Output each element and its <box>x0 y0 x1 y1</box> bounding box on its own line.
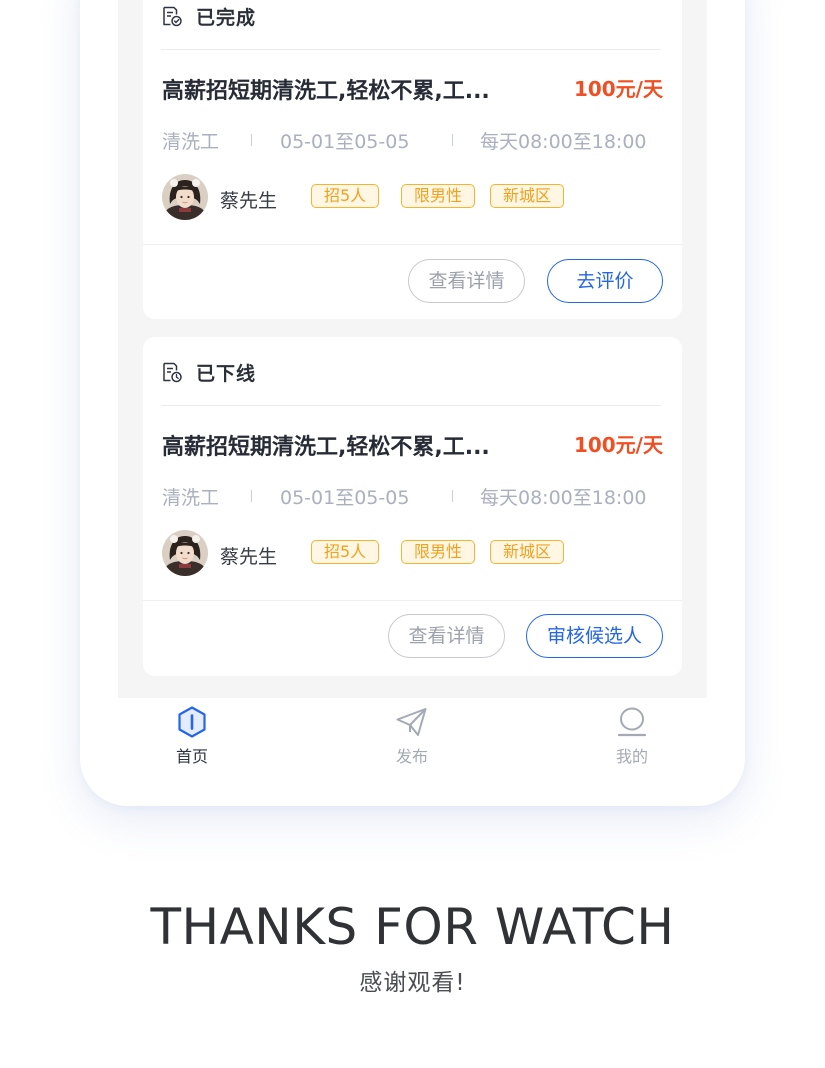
footer-divider <box>143 244 682 245</box>
meta-separator <box>251 134 252 146</box>
footer-divider <box>143 600 682 601</box>
job-price: 100元/天 <box>573 433 663 457</box>
job-card[interactable]: 已完成 高薪招短期清洗工,轻松不累,工... 100元/天 清洗工 05-01至… <box>143 0 682 319</box>
profile-icon <box>617 707 647 737</box>
tag-district: 新城区 <box>490 540 565 564</box>
review-candidates-button[interactable]: 审核候选人 <box>526 614 663 658</box>
tag-gender: 限男性 <box>401 540 476 564</box>
thanks-heading: THANKS FOR WATCH <box>150 898 675 956</box>
tag-gender: 限男性 <box>401 184 476 208</box>
thanks-subheading: 感谢观看! <box>359 970 466 996</box>
tag-district: 新城区 <box>490 184 565 208</box>
header-divider <box>161 405 661 406</box>
status-label: 已完成 <box>196 6 257 29</box>
view-details-button[interactable]: 查看详情 <box>408 259 525 303</box>
view-details-button[interactable]: 查看详情 <box>388 614 505 658</box>
paper-plane-icon <box>396 708 427 736</box>
status-label: 已下线 <box>196 362 257 385</box>
job-dates: 05-01至05-05 <box>280 131 410 153</box>
tab-home[interactable]: 首页 <box>152 704 232 767</box>
job-price: 100元/天 <box>573 77 663 101</box>
job-hours: 每天08:00至18:00 <box>480 131 647 153</box>
job-dates: 05-01至05-05 <box>280 487 410 509</box>
home-shield-icon <box>178 706 206 738</box>
document-offline-icon <box>163 362 182 383</box>
poster-name: 蔡先生 <box>220 546 278 568</box>
poster-name: 蔡先生 <box>220 190 278 212</box>
rate-button[interactable]: 去评价 <box>547 259 663 303</box>
job-title[interactable]: 高薪招短期清洗工,轻松不累,工... <box>162 429 490 461</box>
job-title[interactable]: 高薪招短期清洗工,轻松不累,工... <box>162 73 490 105</box>
tab-publish-label: 发布 <box>395 747 428 766</box>
meta-separator <box>452 490 453 502</box>
tab-publish[interactable]: 发布 <box>372 704 452 767</box>
job-hours: 每天08:00至18:00 <box>480 487 647 509</box>
tag-headcount: 招5人 <box>311 184 380 208</box>
avatar <box>162 530 208 576</box>
document-check-icon <box>163 6 182 27</box>
card-status-header: 已下线 <box>161 360 257 385</box>
tab-profile[interactable]: 我的 <box>592 704 672 767</box>
tab-home-label: 首页 <box>175 747 208 766</box>
tab-profile-label: 我的 <box>615 747 648 766</box>
header-divider <box>161 49 661 50</box>
job-type: 清洗工 <box>162 131 220 153</box>
tag-headcount: 招5人 <box>311 540 380 564</box>
avatar <box>162 174 208 220</box>
job-type: 清洗工 <box>162 487 220 509</box>
stage: 已完成 高薪招短期清洗工,轻松不累,工... 100元/天 清洗工 05-01至… <box>0 0 825 1068</box>
card-status-header: 已完成 <box>161 4 257 29</box>
meta-separator <box>251 490 252 502</box>
job-card[interactable]: 已下线 高薪招短期清洗工,轻松不累,工... 100元/天 清洗工 05-01至… <box>143 337 682 676</box>
meta-separator <box>452 134 453 146</box>
